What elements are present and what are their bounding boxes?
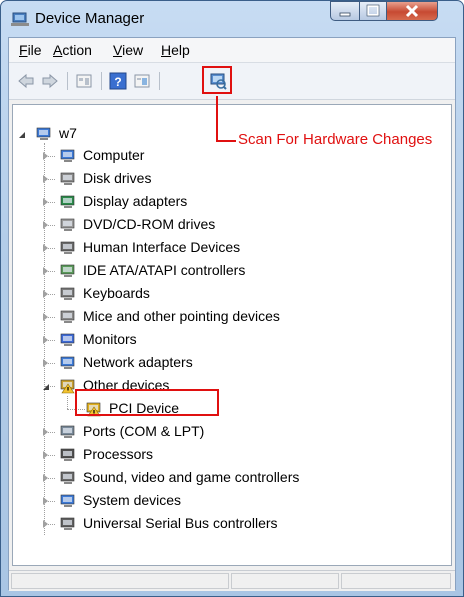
status-cell (11, 573, 229, 589)
maximize-button[interactable] (359, 1, 387, 21)
tree-node-label: Network adapters (83, 354, 193, 370)
tree-node-label: Processors (83, 446, 154, 462)
svg-text:?: ? (114, 75, 121, 89)
tree-node-label: Keyboards (83, 285, 150, 301)
display-adapter-icon (60, 195, 75, 208)
monitor-icon (60, 333, 75, 346)
collapsed-arrow-icon[interactable] (43, 474, 48, 482)
usb-icon (60, 517, 75, 530)
update-driver-icon[interactable] (133, 72, 151, 90)
collapsed-arrow-icon[interactable] (43, 428, 48, 436)
tree-node-label: IDE ATA/ATAPI controllers (83, 262, 246, 278)
menu-help[interactable]: Help (161, 42, 190, 58)
collapsed-arrow-icon[interactable] (43, 198, 48, 206)
collapsed-arrow-icon[interactable] (43, 175, 48, 183)
mouse-icon (60, 310, 75, 323)
annotation-leader-horizontal (216, 140, 236, 142)
keyboard-icon (60, 287, 75, 300)
close-button[interactable] (386, 1, 438, 21)
minimize-button[interactable] (330, 1, 360, 21)
collapsed-arrow-icon[interactable] (43, 336, 48, 344)
window-title: Device Manager (35, 10, 145, 27)
properties-icon[interactable] (75, 72, 93, 90)
annotation-leader-vertical (216, 96, 218, 141)
device-manager-window: Device Manager File Action View Help ? w… (0, 0, 464, 597)
pci-device-highlight-box (75, 389, 219, 416)
network-adapter-icon (60, 356, 75, 369)
hid-icon (60, 241, 75, 254)
collapsed-arrow-icon[interactable] (43, 497, 48, 505)
title-bar[interactable]: Device Manager (1, 1, 463, 37)
tree-node-label: Sound, video and game controllers (83, 469, 300, 485)
status-cell (231, 573, 339, 589)
device-manager-icon (11, 12, 29, 26)
toolbar-separator (101, 72, 102, 90)
tree-node-label: Disk drives (83, 170, 152, 186)
toolbar-separator (159, 72, 160, 90)
scan-annotation-label: Scan For Hardware Changes (238, 131, 433, 148)
tree-node-label: Human Interface Devices (83, 239, 241, 255)
toolbar: ? (9, 63, 455, 100)
minimize-icon (339, 12, 351, 17)
close-icon (405, 4, 419, 18)
scan-highlight-box (202, 66, 232, 94)
collapsed-arrow-icon[interactable] (43, 313, 48, 321)
tree-connector (67, 396, 68, 409)
system-device-icon (60, 494, 75, 507)
dvd-drive-icon (60, 218, 75, 231)
menu-bar: File Action View Help (9, 38, 455, 63)
tree-node-label: Mice and other pointing devices (83, 308, 280, 324)
status-cell (341, 573, 451, 589)
tree-node-label: Monitors (83, 331, 137, 347)
collapsed-arrow-icon[interactable] (43, 267, 48, 275)
tree-node-label: Computer (83, 147, 145, 163)
tree-node-label: Universal Serial Bus controllers (83, 515, 278, 531)
tree-node-label: System devices (83, 492, 182, 508)
forward-arrow-icon[interactable] (41, 72, 59, 90)
processor-icon (60, 448, 75, 461)
menu-view[interactable]: View (113, 42, 143, 58)
help-icon[interactable]: ? (109, 72, 127, 90)
collapsed-arrow-icon[interactable] (43, 359, 48, 367)
status-bar (9, 570, 455, 591)
maximize-icon (366, 4, 380, 17)
menu-action[interactable]: Action (53, 42, 92, 58)
tree-node-label: Ports (COM & LPT) (83, 423, 205, 439)
tree-node-label: w7 (59, 125, 77, 141)
computer-icon (60, 149, 75, 162)
toolbar-separator (67, 72, 68, 90)
expanded-arrow-icon[interactable] (19, 132, 25, 138)
tree-node-label: Display adapters (83, 193, 188, 209)
collapsed-arrow-icon[interactable] (43, 290, 48, 298)
port-icon (60, 425, 75, 438)
collapsed-arrow-icon[interactable] (43, 221, 48, 229)
root-computer-icon (36, 127, 51, 140)
disk-drive-icon (60, 172, 75, 185)
sound-icon (60, 471, 75, 484)
expanded-arrow-icon[interactable] (43, 384, 49, 390)
collapsed-arrow-icon[interactable] (43, 152, 48, 160)
ide-controller-icon (60, 264, 75, 277)
back-arrow-icon[interactable] (17, 72, 35, 90)
device-tree: w7 Computer Disk drives Display adapters DVD… (12, 104, 452, 566)
collapsed-arrow-icon[interactable] (43, 244, 48, 252)
tree-node-label: DVD/CD-ROM drives (83, 216, 216, 232)
collapsed-arrow-icon[interactable] (43, 520, 48, 528)
menu-file[interactable]: File (19, 42, 42, 58)
collapsed-arrow-icon[interactable] (43, 451, 48, 459)
client-area: File Action View Help ? w7 Computer Disk d… (8, 37, 456, 591)
